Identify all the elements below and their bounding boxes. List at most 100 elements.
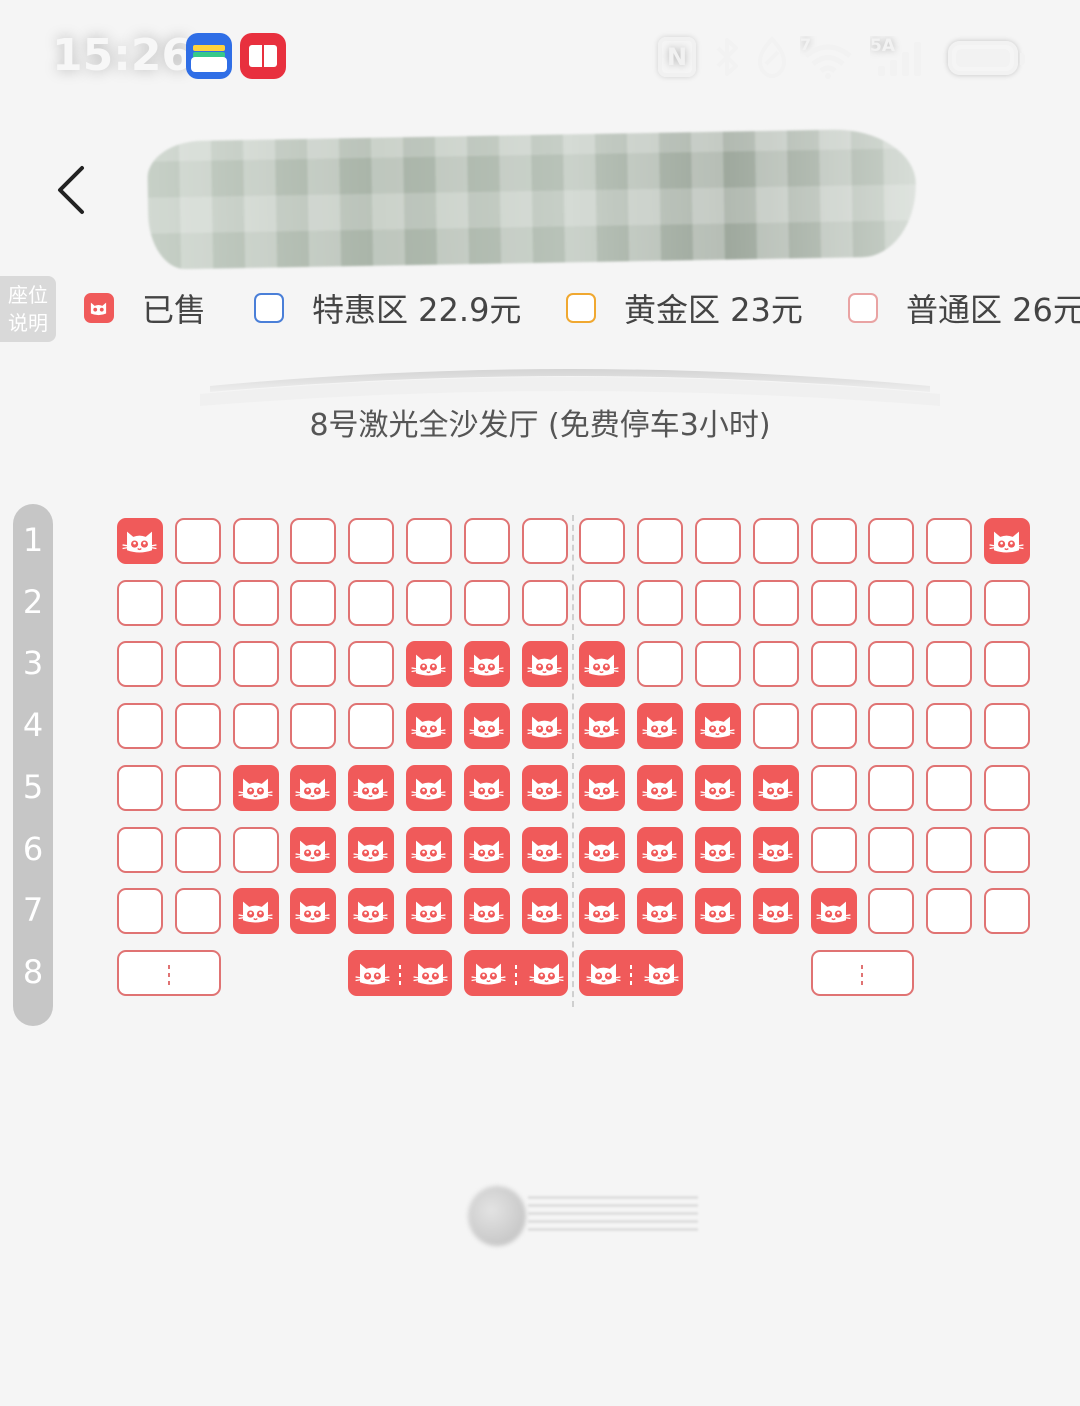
- seat-available[interactable]: [290, 703, 337, 750]
- seat-available[interactable]: [117, 764, 163, 811]
- sold-cat-icon: [989, 531, 1024, 553]
- seat-available[interactable]: [348, 703, 395, 750]
- seat-available[interactable]: [290, 579, 337, 626]
- seat-available[interactable]: [579, 579, 626, 626]
- seat-available[interactable]: [752, 703, 799, 750]
- seat-available[interactable]: [579, 518, 626, 564]
- seat-available[interactable]: [926, 579, 973, 626]
- seat-sold: [348, 826, 395, 873]
- seat-available[interactable]: [926, 518, 973, 564]
- sold-cat-icon: [295, 901, 330, 923]
- seat-available[interactable]: [348, 518, 395, 564]
- seat-sold: [579, 826, 626, 873]
- sold-cat-icon: [700, 901, 735, 923]
- seat-available[interactable]: [984, 826, 1030, 873]
- seat-available[interactable]: [232, 518, 279, 564]
- seat-available[interactable]: [752, 518, 799, 564]
- loading-indicator: [468, 1186, 698, 1248]
- seat-available[interactable]: [926, 764, 973, 811]
- seat-available[interactable]: [868, 579, 915, 626]
- seat-available[interactable]: [695, 641, 741, 688]
- sold-cat-icon: [355, 963, 390, 985]
- seat-available[interactable]: [984, 641, 1030, 688]
- couple-seat-sold: [463, 949, 568, 996]
- seat-available[interactable]: [868, 518, 915, 564]
- seat-available[interactable]: [232, 641, 279, 688]
- seat-sold: [579, 703, 626, 750]
- seat-available[interactable]: [232, 579, 279, 626]
- seat-available[interactable]: [348, 641, 395, 688]
- couple-seat-sold: [348, 949, 452, 996]
- seat-available[interactable]: [174, 888, 221, 935]
- seat-available[interactable]: [232, 703, 279, 750]
- seat-available[interactable]: [868, 764, 915, 811]
- seat-available[interactable]: [810, 641, 857, 688]
- seat-available[interactable]: [637, 518, 684, 564]
- seat-sold: [695, 826, 741, 873]
- sold-cat-icon: [642, 716, 677, 738]
- seat-available[interactable]: [810, 579, 857, 626]
- seat-available[interactable]: [463, 518, 510, 564]
- seat-available[interactable]: [637, 641, 684, 688]
- sold-cat-icon: [758, 840, 793, 862]
- seat-available[interactable]: [926, 703, 973, 750]
- seat-available[interactable]: [695, 518, 741, 564]
- seat-available[interactable]: [984, 579, 1030, 626]
- seat-available[interactable]: [406, 579, 452, 626]
- seat-available[interactable]: [174, 764, 221, 811]
- seat-available[interactable]: [117, 579, 163, 626]
- seat-available[interactable]: [174, 579, 221, 626]
- sold-cat-icon: [584, 654, 619, 676]
- seat-available[interactable]: [117, 703, 163, 750]
- seat-available[interactable]: [926, 826, 973, 873]
- seat-available[interactable]: [174, 826, 221, 873]
- seat-available[interactable]: [752, 579, 799, 626]
- seat-available[interactable]: [463, 579, 510, 626]
- seat-available[interactable]: [406, 518, 452, 564]
- seat-sold: [406, 764, 452, 811]
- seat-available[interactable]: [174, 641, 221, 688]
- seat-available[interactable]: [290, 518, 337, 564]
- seat-available[interactable]: [984, 703, 1030, 750]
- seat-available[interactable]: [232, 826, 279, 873]
- seat-available[interactable]: [174, 703, 221, 750]
- seat-available[interactable]: [868, 826, 915, 873]
- couple-seat-available[interactable]: [810, 949, 915, 996]
- sold-cat-icon: [295, 840, 330, 862]
- seat-available[interactable]: [810, 518, 857, 564]
- seat-available[interactable]: [868, 703, 915, 750]
- seat-sold: [637, 888, 684, 935]
- sold-cat-icon: [700, 840, 735, 862]
- seat-available[interactable]: [752, 641, 799, 688]
- sold-cat-icon: [238, 901, 273, 923]
- seat-available[interactable]: [984, 888, 1030, 935]
- seat-available[interactable]: [521, 518, 568, 564]
- seat-available[interactable]: [984, 764, 1030, 811]
- seat-sold: [406, 641, 452, 688]
- seat-available[interactable]: [521, 579, 568, 626]
- seat-sold: [290, 826, 337, 873]
- sold-cat-icon: [642, 840, 677, 862]
- seat-available[interactable]: [695, 579, 741, 626]
- seat-available[interactable]: [290, 641, 337, 688]
- seat-available[interactable]: [868, 641, 915, 688]
- seat-available[interactable]: [926, 641, 973, 688]
- sold-cat-icon: [584, 901, 619, 923]
- sold-cat-icon: [700, 716, 735, 738]
- seat-available[interactable]: [810, 703, 857, 750]
- seat-available[interactable]: [348, 579, 395, 626]
- seat-available[interactable]: [117, 888, 163, 935]
- seat-sold: [752, 888, 799, 935]
- seat-available[interactable]: [117, 641, 163, 688]
- sold-cat-icon: [527, 654, 562, 676]
- seat-available[interactable]: [174, 518, 221, 564]
- seat-available[interactable]: [926, 888, 973, 935]
- sold-cat-icon: [642, 901, 677, 923]
- seat-available[interactable]: [810, 764, 857, 811]
- seat-available[interactable]: [868, 888, 915, 935]
- seat-available[interactable]: [810, 826, 857, 873]
- couple-seat-available[interactable]: [117, 949, 221, 996]
- seat-available[interactable]: [637, 579, 684, 626]
- seat-available[interactable]: [117, 826, 163, 873]
- seat-sold: [521, 703, 568, 750]
